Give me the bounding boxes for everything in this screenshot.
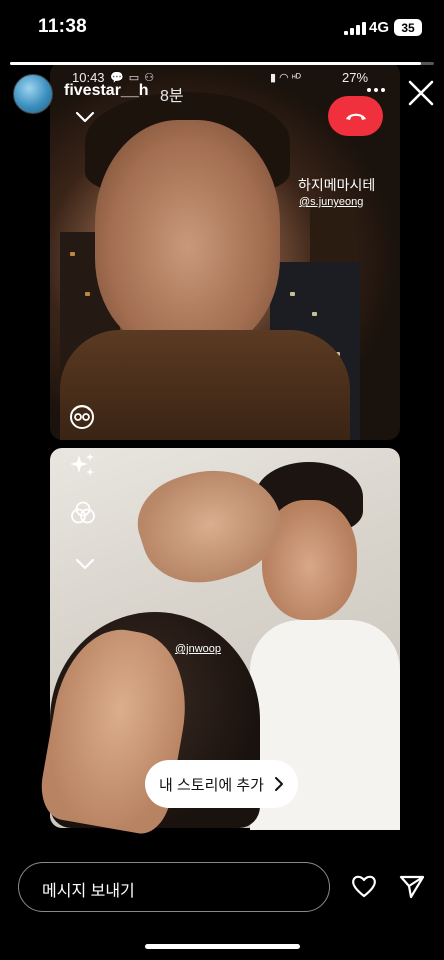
phone-hangup-icon [345,113,366,120]
filter-icon[interactable] [70,500,96,526]
end-call-button[interactable] [328,96,383,136]
sparkle-icon[interactable] [70,452,96,478]
chevron-down-icon[interactable] [72,107,98,127]
signal-icon [344,22,366,35]
text-sticker: 하지메마시테 [298,177,376,193]
heart-icon[interactable] [350,872,378,900]
story-username[interactable]: fivestar__h [64,82,149,100]
chevron-right-icon [274,777,283,791]
chevron-down-icon[interactable] [72,554,98,574]
face-effect-icon[interactable] [68,402,96,430]
home-indicator [145,944,300,949]
story-progress-fill [10,62,422,65]
battery-indicator: 35 [394,19,422,36]
story-progress-bar [10,62,434,65]
add-to-story-button[interactable]: 내 스토리에 추가 [145,760,298,808]
person-face [95,120,280,350]
message-placeholder: 메시지 보내기 [42,883,135,900]
avatar[interactable] [13,74,53,114]
network-type: 4G [369,19,390,36]
send-icon[interactable] [398,873,426,901]
status-time: 11:38 [38,16,88,37]
mention-sticker[interactable]: @jnwoop [175,643,221,655]
add-to-story-label: 내 스토리에 추가 [159,776,264,794]
inner-status-right: ▮ ◠ ᵸᴰ [270,72,301,84]
story-time-ago: 8분 [160,88,184,105]
person-shirt [60,330,350,440]
mention-sticker[interactable]: @s.junyeong [299,196,363,208]
close-icon[interactable] [407,79,435,107]
